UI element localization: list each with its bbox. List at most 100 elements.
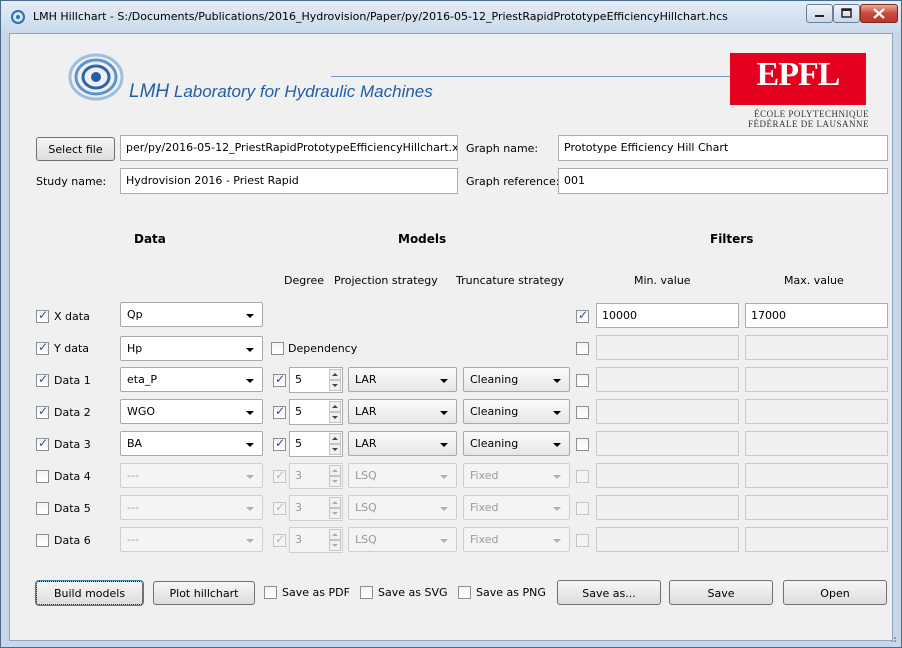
- data1-min-field[interactable]: [596, 367, 739, 392]
- chevron-down-icon: [440, 379, 448, 383]
- file-path-field[interactable]: per/py/2016-05-12_PriestRapidPrototypeEf…: [120, 135, 458, 161]
- data4-degree-spinbox[interactable]: 3: [289, 463, 343, 489]
- data2-max-field[interactable]: [745, 399, 888, 424]
- data2-model-checkbox[interactable]: [273, 404, 286, 419]
- data1-projection-select[interactable]: LAR: [348, 367, 457, 392]
- build-models-button[interactable]: Build models: [35, 580, 144, 606]
- data2-truncature-select[interactable]: Cleaning: [463, 399, 570, 424]
- x-data-checkbox[interactable]: [36, 308, 49, 323]
- save-as-button[interactable]: Save as...: [557, 580, 661, 605]
- data1-label: Data 1: [54, 374, 91, 387]
- graph-reference-field[interactable]: 001: [558, 168, 888, 194]
- data2-select[interactable]: WGO: [120, 399, 263, 424]
- data6-model-checkbox[interactable]: [273, 532, 286, 547]
- y-data-select[interactable]: Hp: [120, 336, 263, 361]
- dependency-checkbox[interactable]: [271, 342, 284, 355]
- data4-model-checkbox[interactable]: [273, 468, 286, 483]
- data6-degree-spinbox[interactable]: 3: [289, 527, 343, 553]
- data3-model-checkbox[interactable]: [273, 436, 286, 451]
- data2-degree-spinbox[interactable]: 5: [289, 399, 343, 425]
- data5-filter-checkbox[interactable]: [576, 502, 589, 515]
- data6-label: Data 6: [54, 534, 91, 547]
- data3-select[interactable]: BA: [120, 431, 263, 456]
- minimize-icon: [815, 15, 824, 17]
- data1-max-field[interactable]: [745, 367, 888, 392]
- data3-degree-spinbox[interactable]: 5: [289, 431, 343, 457]
- x-data-select[interactable]: Qp: [120, 302, 263, 327]
- models-header: Models: [398, 232, 447, 246]
- data5-projection-select[interactable]: LSQ: [348, 495, 457, 520]
- data6-select[interactable]: ---: [120, 527, 263, 552]
- save-svg-checkbox[interactable]: [360, 586, 373, 599]
- minimize-button[interactable]: [806, 4, 833, 23]
- data6-checkbox[interactable]: [36, 534, 49, 547]
- data5-checkbox[interactable]: [36, 502, 49, 515]
- save-svg-label: Save as SVG: [378, 586, 448, 599]
- resize-grip-icon[interactable]: [887, 633, 897, 643]
- x-max-field[interactable]: 17000: [745, 303, 888, 328]
- epfl-subtitle-1: ÉCOLE POLYTECHNIQUE: [754, 109, 869, 119]
- y-max-field[interactable]: [745, 335, 888, 360]
- save-button[interactable]: Save: [669, 580, 773, 605]
- y-min-field[interactable]: [596, 335, 739, 360]
- app-icon: [11, 10, 25, 24]
- maximize-icon: [841, 8, 852, 18]
- data5-max-field[interactable]: [745, 495, 888, 520]
- data6-filter-checkbox[interactable]: [576, 534, 589, 547]
- data6-min-field[interactable]: [596, 527, 739, 552]
- data3-max-field[interactable]: [745, 431, 888, 456]
- data4-projection-select[interactable]: LSQ: [348, 463, 457, 488]
- data2-min-field[interactable]: [596, 399, 739, 424]
- select-file-button[interactable]: Select file: [36, 137, 115, 161]
- data5-select[interactable]: ---: [120, 495, 263, 520]
- data5-min-field[interactable]: [596, 495, 739, 520]
- x-data-label: X data: [54, 310, 90, 323]
- data3-filter-checkbox[interactable]: [576, 438, 589, 451]
- spin-down-icon: [329, 540, 341, 551]
- data3-min-field[interactable]: [596, 431, 739, 456]
- chevron-down-icon: [246, 348, 254, 352]
- study-name-field[interactable]: Hydrovision 2016 - Priest Rapid: [120, 168, 458, 194]
- x-filter-checkbox[interactable]: [576, 308, 589, 323]
- data1-model-checkbox[interactable]: [273, 372, 286, 387]
- data1-checkbox[interactable]: [36, 372, 49, 387]
- spin-down-icon: [329, 444, 341, 455]
- data2-checkbox[interactable]: [36, 404, 49, 419]
- data3-checkbox[interactable]: [36, 436, 49, 451]
- data6-max-field[interactable]: [745, 527, 888, 552]
- data3-projection-select[interactable]: LAR: [348, 431, 457, 456]
- y-data-checkbox[interactable]: [36, 340, 49, 355]
- data1-select[interactable]: eta_P: [120, 367, 263, 392]
- data2-projection-select[interactable]: LAR: [348, 399, 457, 424]
- data6-projection-select[interactable]: LSQ: [348, 527, 457, 552]
- graph-name-field[interactable]: Prototype Efficiency Hill Chart: [558, 135, 888, 161]
- degree-header: Degree: [284, 274, 325, 287]
- data4-filter-checkbox[interactable]: [576, 470, 589, 483]
- data4-max-field[interactable]: [745, 463, 888, 488]
- data4-select[interactable]: ---: [120, 463, 263, 488]
- data4-truncature-select[interactable]: Fixed: [463, 463, 570, 488]
- data4-checkbox[interactable]: [36, 470, 49, 483]
- data2-label: Data 2: [54, 406, 91, 419]
- data4-min-field[interactable]: [596, 463, 739, 488]
- logo-divider: [331, 76, 731, 77]
- maximize-button[interactable]: [833, 4, 860, 23]
- save-pdf-checkbox[interactable]: [264, 586, 277, 599]
- y-filter-checkbox[interactable]: [576, 342, 589, 355]
- data1-filter-checkbox[interactable]: [576, 374, 589, 387]
- data5-truncature-select[interactable]: Fixed: [463, 495, 570, 520]
- close-button[interactable]: [860, 4, 898, 23]
- graph-name-label: Graph name:: [466, 142, 539, 155]
- plot-hillchart-button[interactable]: Plot hillchart: [153, 581, 255, 605]
- chevron-down-icon: [440, 539, 448, 543]
- x-min-field[interactable]: 10000: [596, 303, 739, 328]
- data5-degree-spinbox[interactable]: 3: [289, 495, 343, 521]
- data2-filter-checkbox[interactable]: [576, 406, 589, 419]
- open-button[interactable]: Open: [783, 580, 887, 605]
- data5-model-checkbox[interactable]: [273, 500, 286, 515]
- save-png-checkbox[interactable]: [458, 586, 471, 599]
- data3-truncature-select[interactable]: Cleaning: [463, 431, 570, 456]
- data1-truncature-select[interactable]: Cleaning: [463, 367, 570, 392]
- data1-degree-spinbox[interactable]: 5: [289, 367, 343, 393]
- data6-truncature-select[interactable]: Fixed: [463, 527, 570, 552]
